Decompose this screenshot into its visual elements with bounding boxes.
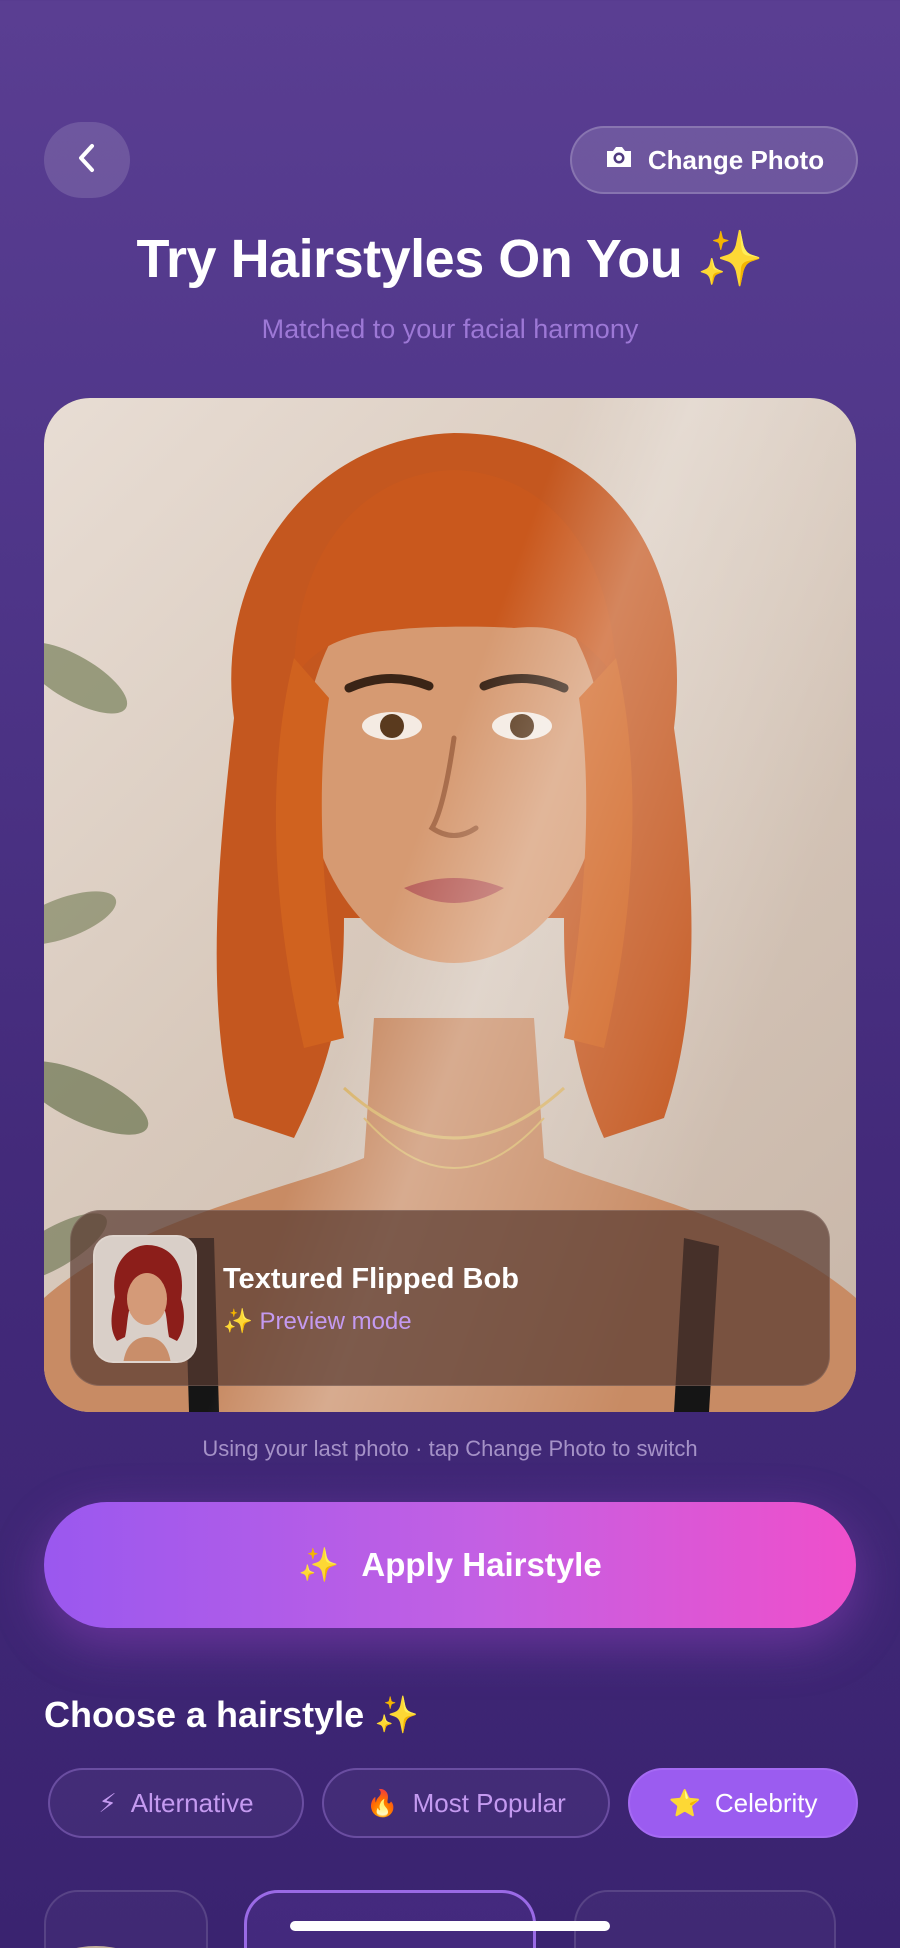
photo-hint: Using your last photo · tap Change Photo… bbox=[202, 1436, 698, 1461]
preview-mode-label: ✨ Preview mode bbox=[223, 1308, 412, 1335]
home-indicator bbox=[290, 1921, 610, 1931]
style-name: Textured Flipped Bob bbox=[223, 1263, 519, 1295]
back-button[interactable] bbox=[44, 122, 130, 198]
hairstyle-card-selected[interactable] bbox=[244, 1890, 536, 1948]
page-title: Try Hairstyles On You ✨ bbox=[136, 229, 764, 289]
category-chip-alternative[interactable]: ⚡ Alternative bbox=[48, 1768, 304, 1838]
chip-label: Celebrity bbox=[714, 1787, 818, 1818]
section-title: Choose a hairstyle ✨ bbox=[44, 1694, 419, 1735]
style-thumbnail bbox=[93, 1235, 197, 1363]
change-photo-button[interactable]: Change Photo bbox=[570, 126, 858, 194]
apply-label: Apply Hairstyle bbox=[361, 1546, 602, 1583]
sparkles-icon: ✨ bbox=[298, 1545, 340, 1583]
category-chip-celebrity[interactable]: ⭐ Celebrity bbox=[628, 1768, 858, 1838]
apply-hairstyle-button[interactable]: ✨ Apply Hairstyle bbox=[44, 1502, 856, 1628]
chip-label: Alternative bbox=[130, 1787, 254, 1818]
fire-icon: 🔥 bbox=[366, 1787, 399, 1818]
change-photo-label: Change Photo bbox=[647, 144, 825, 175]
page-subtitle: Matched to your facial harmony bbox=[261, 314, 639, 344]
hairstyle-card[interactable] bbox=[574, 1890, 836, 1948]
category-chip-most-popular[interactable]: 🔥 Most Popular bbox=[322, 1768, 610, 1838]
selected-style-card: Textured Flipped Bob ✨ Preview mode bbox=[70, 1210, 830, 1386]
star-icon: ⭐ bbox=[668, 1787, 701, 1818]
chevron-left-icon bbox=[75, 141, 99, 180]
camera-icon bbox=[604, 144, 634, 177]
chip-label: Most Popular bbox=[412, 1787, 566, 1818]
hairstyle-card[interactable] bbox=[44, 1890, 208, 1948]
lightning-icon: ⚡ bbox=[98, 1787, 117, 1818]
hairstyle-preview-photo: Textured Flipped Bob ✨ Preview mode bbox=[44, 398, 856, 1412]
